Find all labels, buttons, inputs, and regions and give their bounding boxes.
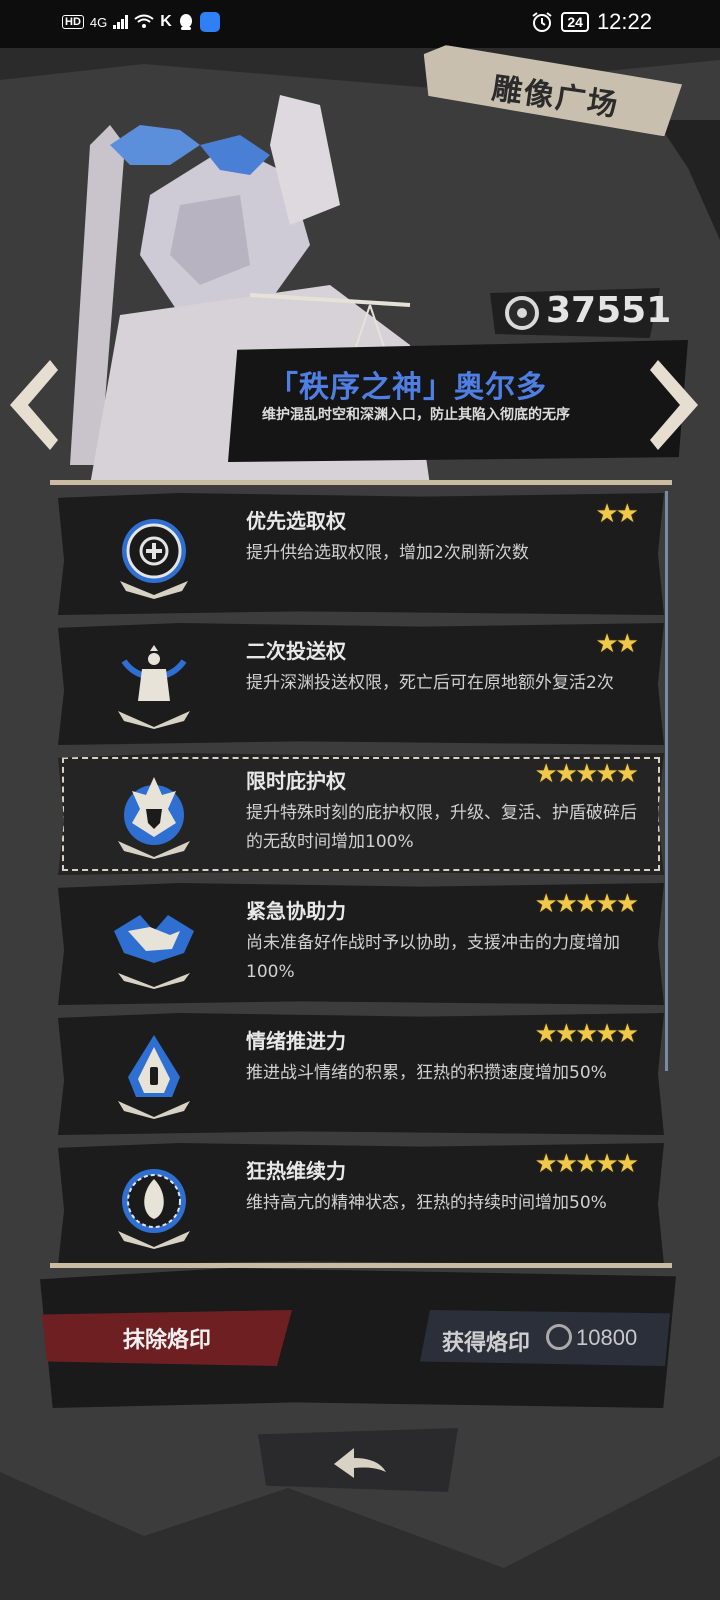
fire-ring-emblem-icon <box>118 1169 190 1249</box>
coin-icon <box>505 296 539 330</box>
status-bar: HD 4G K 24 12:22 <box>0 0 720 48</box>
app-k-icon: K <box>160 13 172 30</box>
browser-app-icon <box>199 12 220 32</box>
battery-indicator: 24 <box>561 12 589 32</box>
skill-card-selected[interactable]: 限时庇护权 提升特殊时刻的庇护权限，升级、复活、护盾破碎后的无敌时间增加100%… <box>58 753 664 875</box>
star-rating: ★★★★★ <box>534 1019 639 1049</box>
plus-emblem-icon <box>120 519 188 599</box>
skill-description: 尚未准备好作战时予以协助，支援冲击的力度增加100% <box>246 933 620 982</box>
chevron-left-icon[interactable] <box>0 360 60 450</box>
skill-name: 优先选取权 <box>246 509 346 533</box>
skill-name: 狂热维续力 <box>246 1159 346 1183</box>
skill-list[interactable]: 优先选取权 提升供给选取权限，增加2次刷新次数 ★★ 二次投送权 提升深渊投送权… <box>50 480 672 1268</box>
figure-emblem-icon <box>118 645 190 729</box>
skill-name: 二次投送权 <box>246 639 346 663</box>
skill-name: 限时庇护权 <box>246 769 346 793</box>
deity-description: 维护混乱时空和深渊入口，防止其陷入彻底的无序 <box>262 407 570 423</box>
qq-icon <box>179 14 192 30</box>
signal-icon <box>113 15 129 29</box>
get-brand-cost: 10800 <box>576 1325 638 1350</box>
deity-name: 「秩序之神」奥尔多 <box>268 370 547 405</box>
coin-icon <box>546 1324 572 1350</box>
background-shard <box>656 120 720 240</box>
star-rating: ★★ <box>595 499 639 529</box>
skill-card[interactable]: 情绪推进力 推进战斗情绪的积累，狂热的积攒速度增加50% ★★★★★ <box>58 1013 664 1135</box>
skill-description: 提升深渊投送权限，死亡后可在原地额外复活2次 <box>246 673 614 693</box>
back-arrow-icon <box>334 1448 386 1478</box>
hd-indicator: HD <box>62 15 84 29</box>
skill-description: 提升特殊时刻的庇护权限，升级、复活、护盾破碎后的无敌时间增加100% <box>246 803 637 852</box>
skill-card[interactable]: 二次投送权 提升深渊投送权限，死亡后可在原地额外复活2次 ★★ <box>58 623 664 745</box>
network-label: 4G <box>89 14 108 30</box>
erase-brand-button[interactable]: 抹除烙印 <box>42 1310 292 1366</box>
currency-amount: 37551 <box>546 290 672 331</box>
skill-description: 推进战斗情绪的积累，狂热的积攒速度增加50% <box>246 1063 607 1083</box>
skill-card[interactable]: 狂热维续力 维持高亢的精神状态，狂热的持续时间增加50% ★★★★★ <box>58 1143 664 1263</box>
skill-description: 维持高亢的精神状态，狂热的持续时间增加50% <box>246 1193 607 1213</box>
skill-card[interactable]: 紧急协助力 尚未准备好作战时予以协助，支援冲击的力度增加100% ★★★★★ <box>58 883 664 1005</box>
star-rating: ★★ <box>595 629 639 659</box>
wifi-icon <box>134 14 154 28</box>
get-brand-button[interactable]: 获得烙印 10800 <box>420 1310 670 1366</box>
shield-face-emblem-icon <box>118 777 190 859</box>
skill-description: 提升供给选取权限，增加2次刷新次数 <box>246 543 529 563</box>
star-rating: ★★★★★ <box>534 1149 639 1179</box>
skill-name: 紧急协助力 <box>246 899 346 923</box>
skill-name: 情绪推进力 <box>246 1029 346 1053</box>
get-brand-label: 获得烙印 <box>442 1331 531 1356</box>
skill-card[interactable]: 优先选取权 提升供给选取权限，增加2次刷新次数 ★★ <box>58 493 664 615</box>
alarm-icon <box>532 12 552 32</box>
handshake-emblem-icon <box>114 915 194 989</box>
flame-emblem-icon <box>118 1035 190 1119</box>
chevron-right-icon[interactable] <box>648 360 708 450</box>
clock: 12:22 <box>596 9 652 34</box>
back-button[interactable] <box>258 1428 458 1492</box>
star-rating: ★★★★★ <box>534 889 639 919</box>
star-rating: ★★★★★ <box>534 759 639 789</box>
scrollbar[interactable] <box>665 491 668 1071</box>
